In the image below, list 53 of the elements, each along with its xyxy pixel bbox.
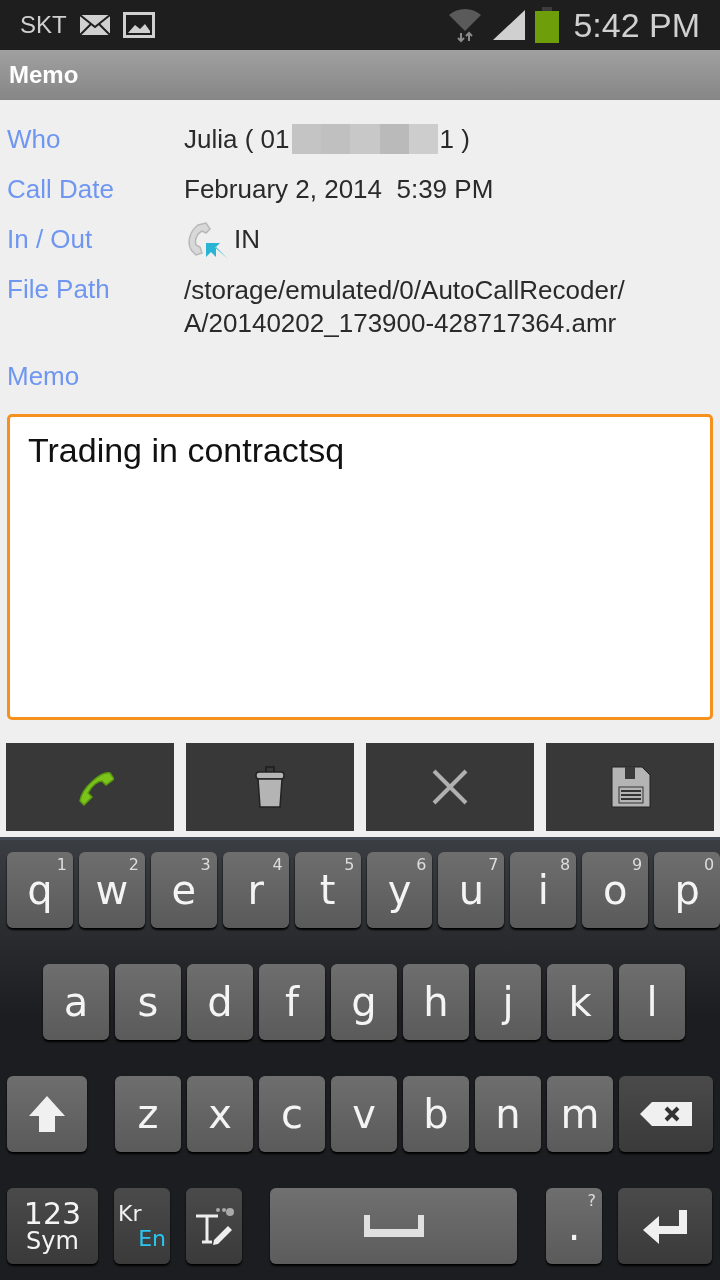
text-tool-key[interactable] bbox=[186, 1188, 242, 1264]
window-title: Memo bbox=[9, 61, 79, 89]
file-path: /storage/emulated/0/AutoCallRecoder/ A/20140202_173900-428717364.amr bbox=[184, 274, 626, 340]
battery-icon bbox=[535, 7, 560, 43]
shift-key[interactable] bbox=[7, 1076, 87, 1152]
symbols-key[interactable]: 123 Sym bbox=[7, 1188, 98, 1264]
period-key[interactable]: . ? bbox=[546, 1188, 602, 1264]
field-label: In / Out bbox=[7, 223, 94, 255]
cancel-button[interactable] bbox=[366, 743, 534, 831]
image-icon bbox=[122, 12, 155, 38]
contact-suffix: 1 ) bbox=[439, 123, 470, 155]
key[interactable]: g bbox=[331, 964, 397, 1040]
backspace-key[interactable] bbox=[619, 1076, 713, 1152]
wifi-icon bbox=[447, 7, 484, 43]
key[interactable]: m bbox=[547, 1076, 613, 1152]
contact-name: Julia ( 01 bbox=[184, 123, 290, 155]
key[interactable]: t 5 bbox=[294, 852, 361, 928]
key[interactable]: h bbox=[403, 964, 469, 1040]
language-key[interactable]: Kr En bbox=[114, 1188, 170, 1264]
key[interactable]: k bbox=[547, 964, 613, 1040]
enter-key[interactable] bbox=[618, 1188, 712, 1264]
shift-icon bbox=[27, 1094, 67, 1134]
mail-icon bbox=[78, 14, 111, 36]
delete-button[interactable] bbox=[186, 743, 354, 831]
memo-field[interactable]: Trading in contractsq bbox=[7, 414, 713, 720]
key[interactable]: s bbox=[115, 964, 181, 1040]
signal-icon bbox=[493, 10, 526, 40]
save-button[interactable] bbox=[546, 743, 714, 831]
key[interactable]: i 8 bbox=[510, 852, 577, 928]
key[interactable]: j bbox=[475, 964, 541, 1040]
key[interactable]: a bbox=[43, 964, 109, 1040]
key[interactable]: r 4 bbox=[222, 852, 289, 928]
field-label: File Path bbox=[7, 274, 111, 305]
key[interactable]: v bbox=[331, 1076, 397, 1152]
key[interactable]: z bbox=[115, 1076, 181, 1152]
backspace-icon bbox=[638, 1100, 694, 1128]
key[interactable]: l bbox=[619, 964, 685, 1040]
call-button[interactable] bbox=[6, 743, 174, 831]
call-date: February 2, 2014 5:39 PM bbox=[184, 173, 494, 205]
carrier-name: SKT bbox=[20, 11, 67, 39]
space-key[interactable] bbox=[270, 1188, 517, 1264]
field-label: Call Date bbox=[7, 173, 115, 205]
call-direction: IN bbox=[234, 223, 260, 255]
space-icon bbox=[361, 1213, 426, 1239]
clock: 5:42 PM bbox=[573, 5, 700, 45]
key[interactable]: f bbox=[259, 964, 325, 1040]
key[interactable]: d bbox=[187, 964, 253, 1040]
field-label: Who bbox=[7, 123, 62, 155]
key[interactable]: c bbox=[259, 1076, 325, 1152]
field-label: Memo bbox=[7, 360, 81, 392]
key[interactable]: n bbox=[475, 1076, 541, 1152]
key[interactable]: b bbox=[403, 1076, 469, 1152]
key[interactable]: x bbox=[187, 1076, 253, 1152]
